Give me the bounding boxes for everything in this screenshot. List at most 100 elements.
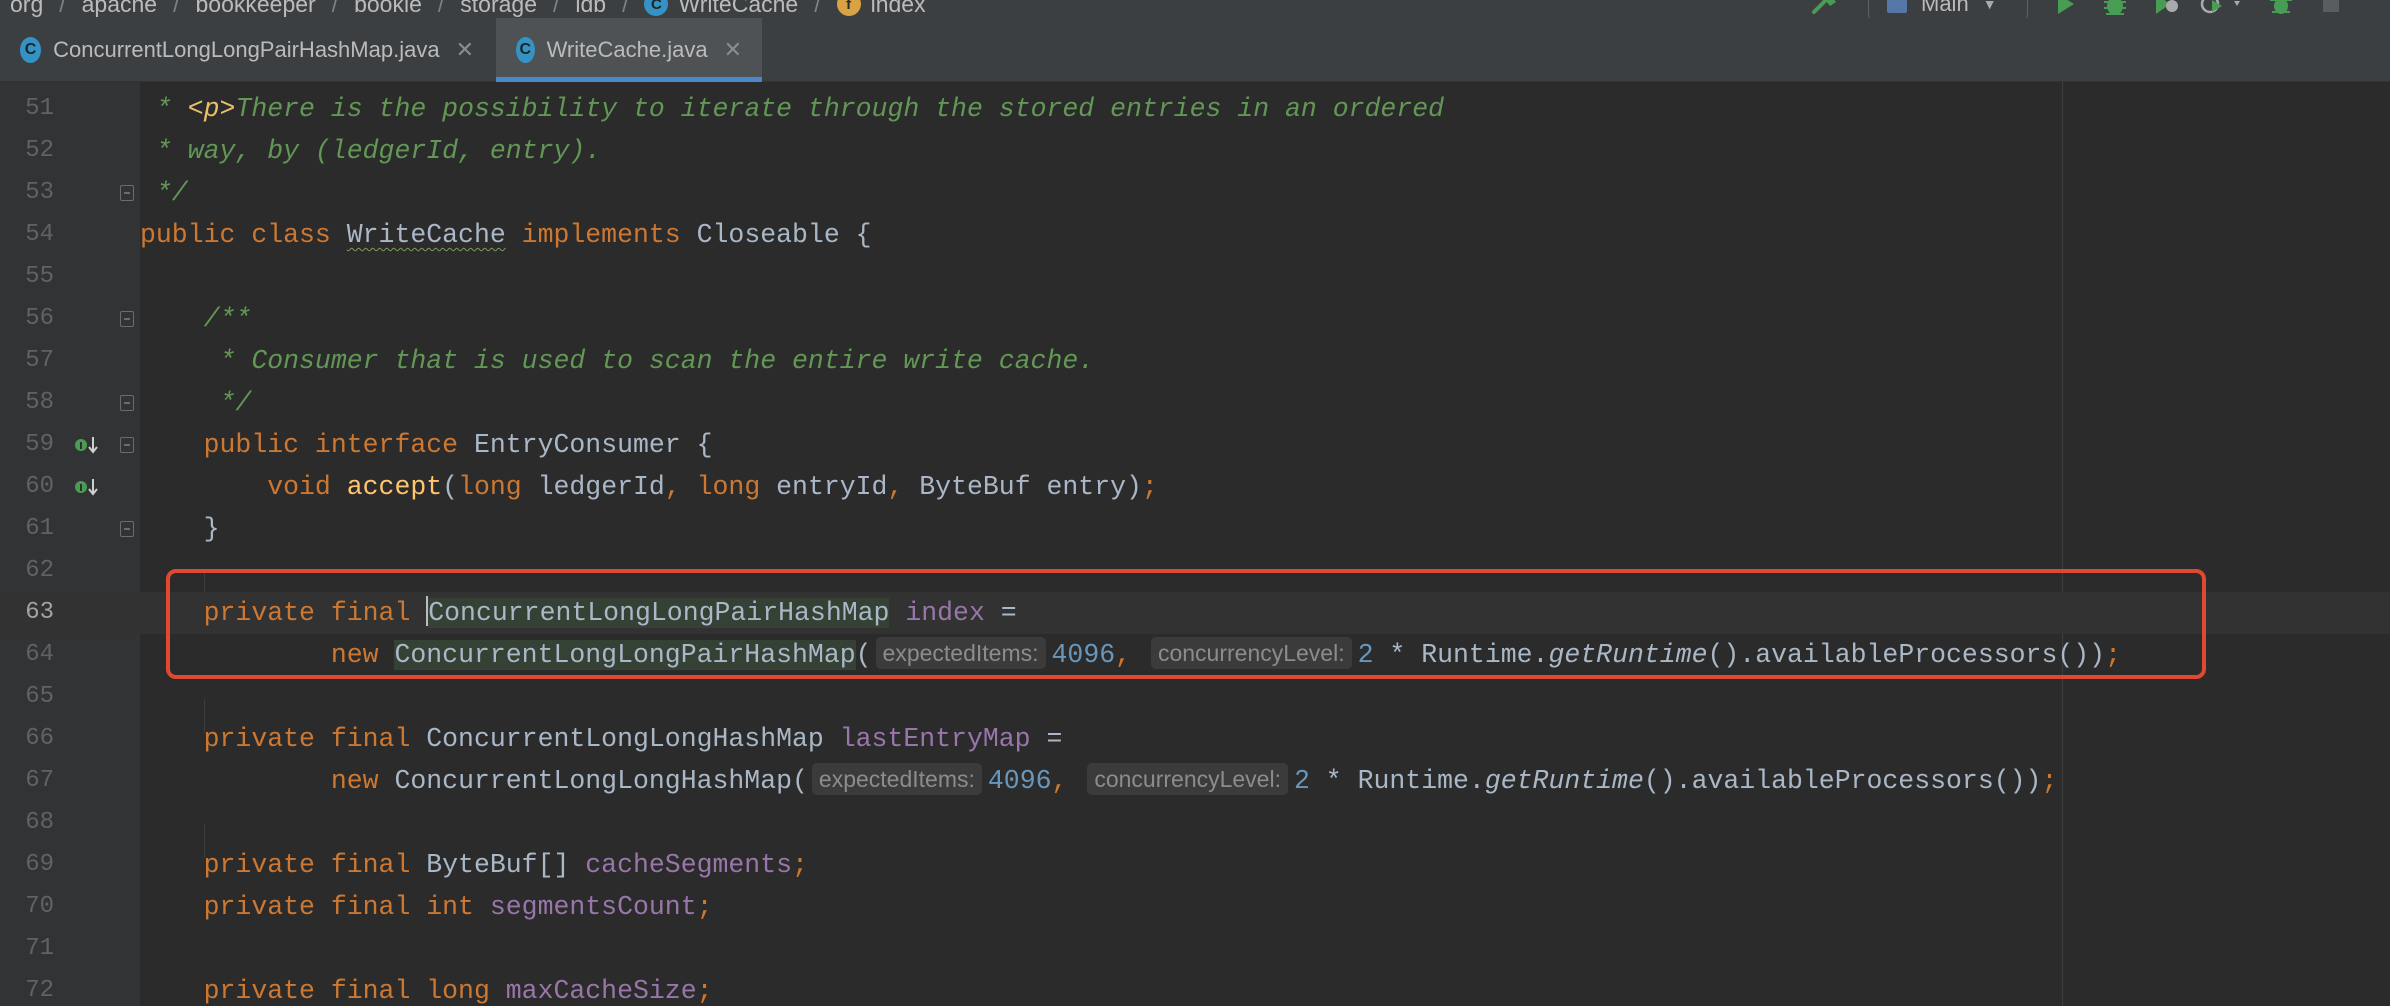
class-icon: C	[20, 37, 42, 63]
breadcrumb-item[interactable]: index	[871, 0, 926, 18]
line-number: 66	[25, 725, 54, 752]
code-line[interactable]: 67 new ConcurrentLongLongHashMap(expecte…	[0, 760, 2390, 802]
breadcrumb-separator: /	[437, 0, 445, 17]
debug-icon[interactable]	[2100, 0, 2130, 16]
implemented-by-icon[interactable]: I	[74, 477, 100, 497]
line-number: 61	[25, 515, 54, 542]
tab-label: WriteCache.java	[546, 37, 708, 62]
coverage-icon[interactable]	[2150, 0, 2180, 16]
breadcrumb-separator: /	[331, 0, 339, 17]
fold-icon[interactable]	[120, 437, 134, 453]
navigation-bar: org / apache / bookkeeper / bookie / storage…	[0, 0, 2390, 18]
fold-icon[interactable]	[120, 311, 134, 327]
line-number: 63	[25, 599, 54, 626]
code-line[interactable]: 55	[0, 256, 2390, 298]
code-text: */	[140, 388, 252, 418]
fold-icon[interactable]	[120, 185, 134, 201]
breadcrumb-separator: /	[59, 0, 66, 17]
svg-text:I: I	[79, 483, 83, 494]
hammer-icon[interactable]	[1810, 0, 1840, 16]
breadcrumb: org / apache / bookkeeper / bookie / storage…	[10, 0, 926, 18]
run-configuration-label: Main	[1921, 0, 1969, 16]
code-text: /**	[140, 304, 252, 334]
code-line[interactable]: 69 private final ByteBuf[] cacheSegments…	[0, 844, 2390, 886]
line-number: 58	[25, 389, 54, 416]
tab-label: ConcurrentLongLongPairHashMap.java	[53, 37, 440, 62]
code-text: private final ByteBuf[] cacheSegments;	[140, 850, 808, 880]
code-text: }	[140, 514, 220, 544]
code-editor[interactable]: 51 * <p>There is the possibility to iter…	[0, 82, 2390, 1006]
breadcrumb-item[interactable]: WriteCache	[678, 0, 798, 18]
code-line[interactable]: 54 public class WriteCache implements Cl…	[0, 214, 2390, 256]
tab-concurrent-long-long-pair-hash-map[interactable]: C ConcurrentLongLongPairHashMap.java ✕	[0, 18, 494, 82]
parameter-hint: concurrencyLevel:	[1150, 637, 1352, 669]
code-line[interactable]: 52 * way, by (ledgerId, entry).	[0, 130, 2390, 172]
field-icon: f	[836, 0, 861, 16]
line-number: 53	[25, 179, 54, 206]
code-line-current[interactable]: 63 private final ConcurrentLongLongPairH…	[0, 592, 2390, 634]
code-line[interactable]: 51 * <p>There is the possibility to iter…	[0, 88, 2390, 130]
class-icon: C	[516, 37, 535, 63]
code-line[interactable]: 62	[0, 550, 2390, 592]
line-number: 52	[25, 137, 54, 164]
code-text: private final int segmentsCount;	[140, 892, 713, 922]
code-text: public interface EntryConsumer {	[140, 430, 713, 460]
breadcrumb-separator: /	[173, 0, 180, 17]
stop-icon[interactable]	[2316, 0, 2346, 16]
code-line[interactable]: 61 }	[0, 508, 2390, 550]
fold-icon[interactable]	[120, 521, 134, 537]
line-number: 59	[25, 431, 54, 458]
close-icon[interactable]: ✕	[724, 37, 742, 63]
parameter-hint: concurrencyLevel:	[1087, 763, 1288, 795]
code-text: */	[140, 178, 188, 208]
code-text: new ConcurrentLongLongHashMap(expectedIt…	[140, 760, 2057, 802]
chevron-down-icon: ▼	[1982, 0, 1997, 12]
fold-icon[interactable]	[120, 395, 134, 411]
close-icon[interactable]: ✕	[456, 37, 474, 63]
line-number: 65	[25, 683, 54, 710]
code-line[interactable]: 60 I void accept(long ledgerId, long ent…	[0, 466, 2390, 508]
run-icon[interactable]	[2050, 0, 2080, 16]
breadcrumb-item[interactable]: bookie	[354, 0, 422, 18]
line-number: 57	[25, 347, 54, 374]
code-line[interactable]: 57 * Consumer that is used to scan the e…	[0, 340, 2390, 382]
breadcrumb-item[interactable]: bookkeeper	[196, 0, 316, 18]
breadcrumb-separator: /	[552, 0, 560, 17]
breadcrumb-item[interactable]: apache	[82, 0, 157, 18]
code-line[interactable]: 66 private final ConcurrentLongLongHashM…	[0, 718, 2390, 760]
code-text: private final long maxCacheSize;	[140, 976, 713, 1006]
code-line[interactable]: 58 */	[0, 382, 2390, 424]
code-text: * Consumer that is used to scan the enti…	[140, 346, 1095, 376]
code-line[interactable]: 70 private final int segmentsCount;	[0, 886, 2390, 928]
attach-debugger-icon[interactable]	[2266, 0, 2296, 16]
code-text: private final ConcurrentLongLongHashMap …	[140, 724, 1063, 754]
run-configuration-select[interactable]: Main ▼	[1868, 0, 2028, 18]
tab-write-cache[interactable]: C WriteCache.java ✕	[496, 18, 762, 82]
line-number: 64	[25, 641, 54, 668]
breadcrumb-item[interactable]: ldb	[575, 0, 606, 18]
line-number: 60	[25, 473, 54, 500]
profile-icon[interactable]	[2198, 0, 2246, 16]
parameter-hint: expectedItems:	[811, 763, 982, 795]
line-number: 68	[25, 809, 54, 836]
parameter-hint: expectedItems:	[875, 637, 1046, 669]
code-text: private final ConcurrentLongLongPairHash…	[140, 596, 1017, 628]
class-icon: C	[644, 0, 669, 16]
code-line[interactable]: 64 new ConcurrentLongLongPairHashMap(exp…	[0, 634, 2390, 676]
breadcrumb-item[interactable]: storage	[460, 0, 537, 18]
code-line[interactable]: 65	[0, 676, 2390, 718]
implemented-by-icon[interactable]: I	[74, 435, 100, 455]
code-line[interactable]: 59 I public interface EntryConsumer {	[0, 424, 2390, 466]
code-text: void accept(long ledgerId, long entryId,…	[140, 472, 1158, 502]
line-number: 51	[25, 95, 54, 122]
code-line[interactable]: 72 private final long maxCacheSize;	[0, 970, 2390, 1006]
code-line[interactable]: 53 */	[0, 172, 2390, 214]
breadcrumb-item[interactable]: org	[10, 0, 43, 18]
code-line[interactable]: 68	[0, 802, 2390, 844]
code-text: new ConcurrentLongLongPairHashMap(expect…	[140, 634, 2121, 676]
breadcrumb-separator: /	[622, 0, 629, 17]
breadcrumb-separator: /	[814, 0, 821, 17]
configuration-icon	[1887, 0, 1907, 13]
code-line[interactable]: 56 /**	[0, 298, 2390, 340]
code-line[interactable]: 71	[0, 928, 2390, 970]
